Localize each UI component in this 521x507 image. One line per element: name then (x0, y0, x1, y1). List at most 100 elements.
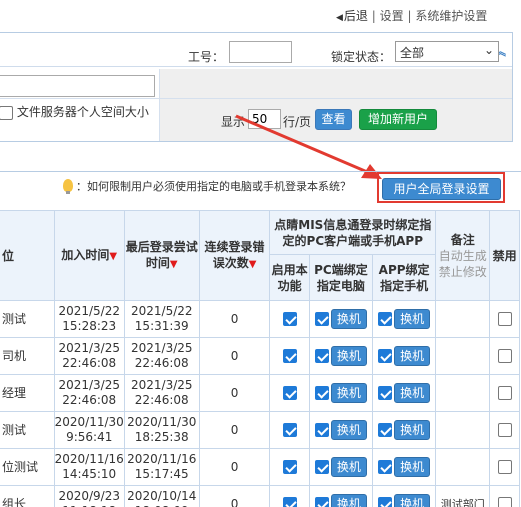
error-count: 0 (198, 448, 271, 486)
staff-no-input[interactable] (229, 41, 292, 63)
col-header-bind-group: 点睛MIS信息通登录时绑定指定的PC客户端或手机APP (269, 210, 437, 255)
remark (435, 448, 491, 486)
remark (435, 374, 491, 412)
disable-cell (489, 374, 520, 412)
pc-bind-checkbox[interactable] (314, 460, 329, 474)
col-header-enable: 启用本功能 (269, 254, 310, 301)
user-name: 测试 (0, 300, 55, 338)
disable-checkbox[interactable] (497, 386, 512, 400)
switch-phone-button[interactable]: 换机 (394, 420, 431, 440)
app-bind-cell: 换机 (371, 448, 437, 486)
disable-cell (489, 337, 520, 375)
join-time: 2021/5/22 15:28:23 (53, 300, 125, 338)
switch-pc-button[interactable]: 换机 (330, 494, 367, 507)
col-header-errors[interactable]: 连续登录错误次数▼ (198, 210, 271, 301)
join-time: 2020/11/30 9:56:41 (53, 411, 125, 449)
pc-bind-checkbox[interactable] (314, 312, 329, 326)
switch-phone-button[interactable]: 换机 (394, 309, 431, 329)
name-input[interactable] (0, 75, 155, 97)
enable-checkbox[interactable] (282, 312, 297, 326)
switch-pc-button[interactable]: 换机 (330, 346, 367, 366)
enable-cell (269, 300, 310, 338)
app-bind-cell: 换机 (371, 337, 437, 375)
table-row: 测试 2020/11/30 9:56:41 2020/11/30 18:25:38 0 换机… (0, 411, 520, 449)
last-login-time: 2020/10/1418:08:09 (123, 485, 200, 507)
app-bind-cell: 换机 (371, 485, 437, 507)
col-header-remark: 备注 自动生成禁止修改 (435, 210, 491, 301)
enable-cell (269, 374, 310, 412)
login-restriction-tip: ：如何限制用户必须使用指定的电脑或手机登录本系统？ (63, 178, 351, 194)
chevron-down-icon: ⌄ (483, 43, 494, 57)
tip-link[interactable]: ：如何限制用户必须使用指定的电脑或手机登录本系统？ (76, 180, 351, 193)
pc-bind-cell: 换机 (308, 485, 374, 507)
sort-desc-icon: ▼ (248, 258, 257, 270)
switch-pc-button[interactable]: 换机 (330, 420, 367, 440)
switch-phone-button[interactable]: 换机 (394, 457, 431, 477)
pc-bind-checkbox[interactable] (314, 386, 329, 400)
error-count: 0 (198, 374, 271, 412)
error-count: 0 (198, 300, 271, 338)
enable-checkbox[interactable] (282, 423, 297, 437)
col-header-pc-bind: PC端绑定指定电脑 (308, 254, 374, 301)
app-bind-checkbox[interactable] (378, 460, 393, 474)
back-arrow-icon: ◀ (336, 13, 343, 23)
user-name: 位测试 (0, 448, 55, 486)
app-bind-checkbox[interactable] (378, 423, 393, 437)
remark (435, 300, 491, 338)
enable-checkbox[interactable] (282, 497, 297, 507)
switch-pc-button[interactable]: 换机 (330, 309, 367, 329)
switch-phone-button[interactable]: 换机 (394, 346, 431, 366)
switch-phone-button[interactable]: 换机 (394, 383, 431, 403)
col-header-join-time[interactable]: 加入时间▼ (53, 210, 125, 301)
app-bind-checkbox[interactable] (378, 312, 393, 326)
enable-cell (269, 485, 310, 507)
remark: 测试部门 (435, 485, 491, 507)
col-header-app-bind: APP绑定指定手机 (371, 254, 437, 301)
breadcrumb-page: 系统维护设置 (415, 9, 488, 23)
breadcrumb-settings[interactable]: 设置 (380, 9, 404, 23)
remark (435, 411, 491, 449)
switch-pc-button[interactable]: 换机 (330, 383, 367, 403)
disable-cell (489, 300, 520, 338)
pc-bind-checkbox[interactable] (314, 349, 329, 363)
enable-checkbox[interactable] (282, 349, 297, 363)
col-header-last-login[interactable]: 最后登录尝试时间▼ (123, 210, 200, 301)
lock-status-select[interactable]: 全部 ⌄ (395, 41, 499, 62)
disable-checkbox[interactable] (497, 460, 512, 474)
disable-checkbox[interactable] (497, 423, 512, 437)
user-table: 位 加入时间▼ 最后登录尝试时间▼ 连续登录错误次数▼ 点睛MIS信息通登录时绑… (0, 210, 520, 507)
disable-checkbox[interactable] (497, 497, 512, 507)
switch-phone-button[interactable]: 换机 (394, 494, 431, 507)
enable-checkbox[interactable] (282, 460, 297, 474)
file-server-checkbox[interactable] (0, 105, 13, 120)
sort-desc-icon: ▼ (169, 258, 178, 270)
disable-checkbox[interactable] (497, 349, 512, 363)
enable-checkbox[interactable] (282, 386, 297, 400)
pc-bind-checkbox[interactable] (314, 423, 329, 437)
app-bind-checkbox[interactable] (378, 386, 393, 400)
staff-no-label: 工号： (188, 50, 225, 64)
user-name: 组长 (0, 485, 55, 507)
table-row: 测试 2021/5/22 15:28:23 2021/5/22 15:31:39 0 换机 换… (0, 300, 520, 338)
remark (435, 337, 491, 375)
join-time: 2020/9/2311:18:18 (53, 485, 125, 507)
col-header-disable: 禁用 (489, 210, 520, 301)
user-name: 测试 (0, 411, 55, 449)
error-count: 0 (198, 337, 271, 375)
pc-bind-cell: 换机 (308, 337, 374, 375)
app-bind-checkbox[interactable] (378, 349, 393, 363)
file-server-option[interactable]: 文件服务器个人空间大小 (0, 103, 149, 120)
last-login-time: 2020/11/16 15:17:45 (123, 448, 200, 486)
disable-checkbox[interactable] (497, 312, 512, 326)
app-bind-cell: 换机 (371, 300, 437, 338)
switch-pc-button[interactable]: 换机 (330, 457, 367, 477)
enable-cell (269, 337, 310, 375)
table-row: 位测试 2020/11/16 14:45:10 2020/11/16 15:17:45 0… (0, 448, 520, 486)
pc-bind-cell: 换机 (308, 374, 374, 412)
lightbulb-icon (63, 179, 73, 194)
pc-bind-checkbox[interactable] (314, 497, 329, 507)
back-link[interactable]: 后退 (344, 9, 368, 23)
app-bind-cell: 换机 (371, 374, 437, 412)
highlight-box (377, 172, 505, 203)
app-bind-checkbox[interactable] (378, 497, 393, 507)
